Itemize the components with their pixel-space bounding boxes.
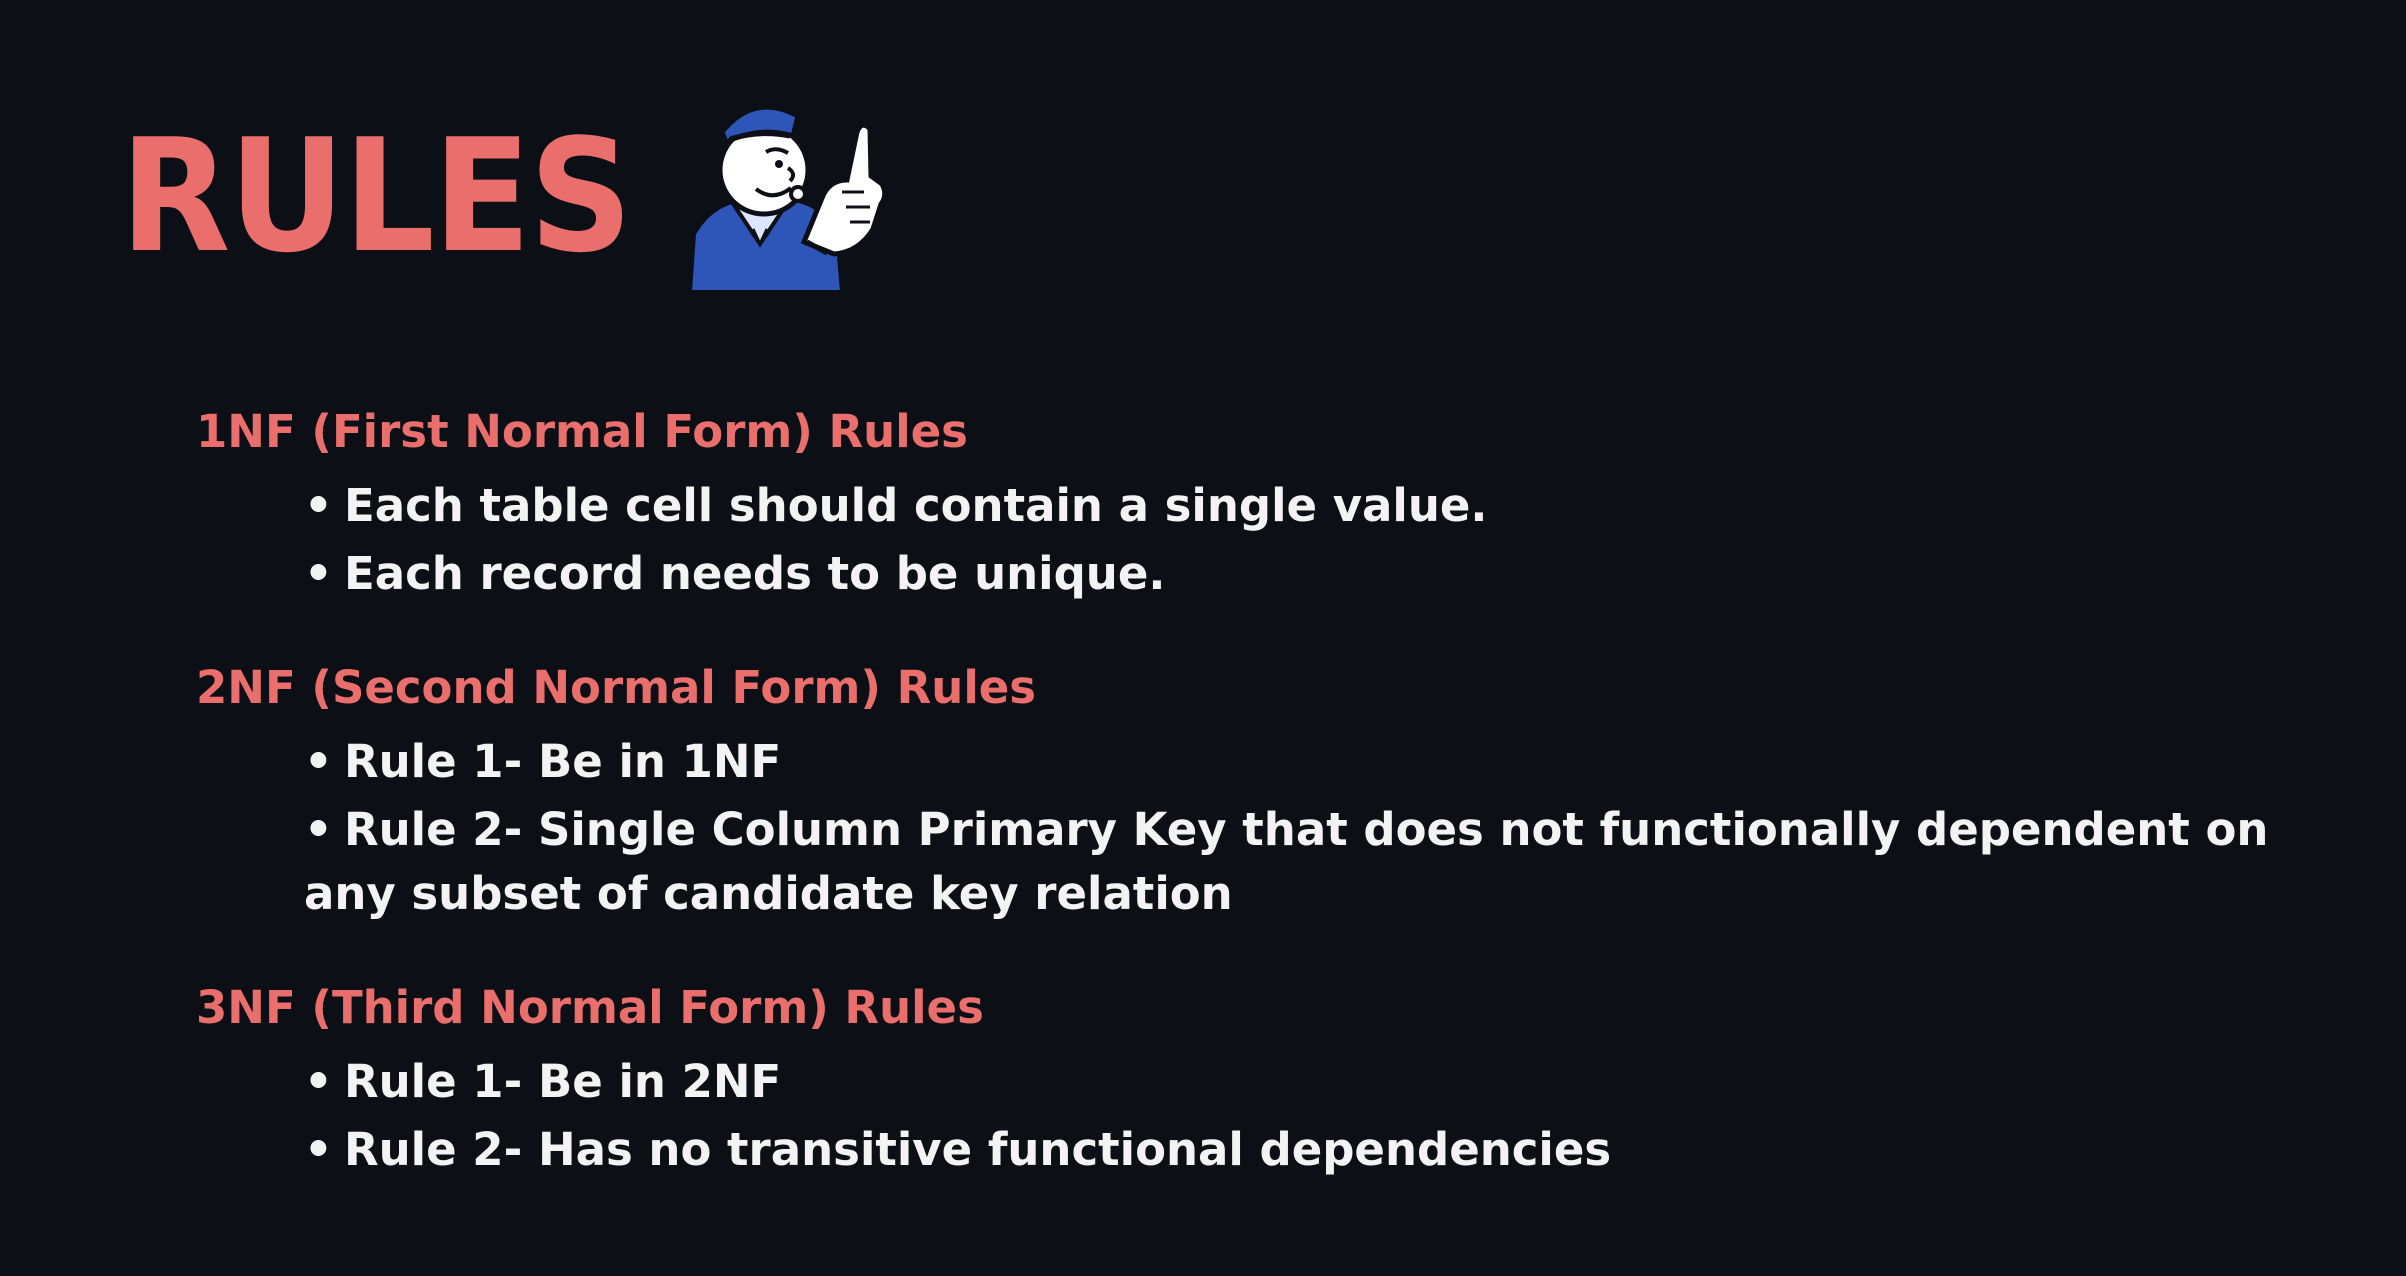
slide-title: RULES xyxy=(120,105,633,287)
bullet-icon: • xyxy=(304,479,333,532)
bullet-icon: • xyxy=(304,803,333,856)
rule-text: Rule 1- Be in 1NF xyxy=(344,735,782,788)
second-normal-form-rule: • Rule 2- Single Column Primary Key that … xyxy=(304,798,2336,926)
bullet-icon: • xyxy=(304,547,333,600)
second-normal-form-section: 2NF (Second Normal Form) Rules • Rule 1- … xyxy=(196,658,2336,926)
rule-text: Each table cell should contain a single … xyxy=(344,479,1488,532)
first-normal-form-rule-list: • Each table cell should contain a single… xyxy=(196,474,2336,606)
rule-text: Rule 2- Has no transitive functional dep… xyxy=(344,1123,1612,1176)
first-normal-form-heading: 1NF (First Normal Form) Rules xyxy=(196,405,968,458)
first-normal-form-rule: • Each table cell should contain a single… xyxy=(304,474,2336,538)
bullet-icon: • xyxy=(304,1055,333,1108)
third-normal-form-rule-list: • Rule 1- Be in 2NF • Rule 2- Has no trans… xyxy=(196,1050,2336,1182)
first-normal-form-section: 1NF (First Normal Form) Rules • Each tabl… xyxy=(196,402,2336,606)
first-normal-form-rule: • Each record needs to be unique. xyxy=(304,542,2336,606)
third-normal-form-rule: • Rule 2- Has no transitive functional de… xyxy=(304,1118,2336,1182)
rule-text: Each record needs to be unique. xyxy=(344,547,1166,600)
bullet-icon: • xyxy=(304,1123,333,1176)
normal-form-rules: 1NF (First Normal Form) Rules • Each tabl… xyxy=(196,402,2336,1234)
second-normal-form-heading: 2NF (Second Normal Form) Rules xyxy=(196,661,1037,714)
rule-text: Rule 2- Single Column Primary Key that d… xyxy=(304,803,2269,920)
third-normal-form-rule: • Rule 1- Be in 2NF xyxy=(304,1050,2336,1114)
policeman-mascot-icon xyxy=(672,84,892,304)
second-normal-form-rule: • Rule 1- Be in 1NF xyxy=(304,730,2336,794)
second-normal-form-rule-list: • Rule 1- Be in 1NF • Rule 2- Single Colum… xyxy=(196,730,2336,926)
third-normal-form-section: 3NF (Third Normal Form) Rules • Rule 1- B… xyxy=(196,978,2336,1182)
third-normal-form-heading: 3NF (Third Normal Form) Rules xyxy=(196,981,984,1034)
bullet-icon: • xyxy=(304,735,333,788)
rule-text: Rule 1- Be in 2NF xyxy=(344,1055,782,1108)
